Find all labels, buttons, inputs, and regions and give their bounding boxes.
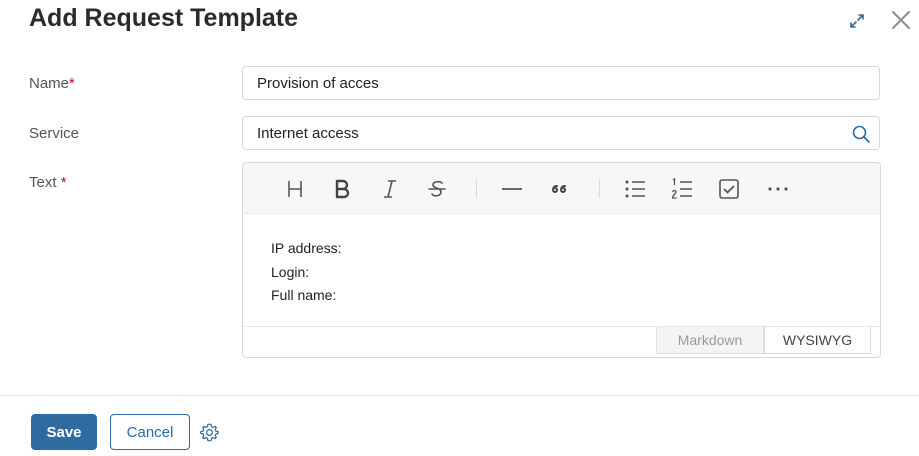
strikethrough-icon[interactable]	[425, 177, 449, 201]
name-input[interactable]	[257, 67, 837, 99]
service-label: Service	[29, 125, 80, 142]
italic-icon[interactable]	[378, 177, 402, 201]
numbered-list-icon[interactable]	[670, 177, 694, 201]
name-label: Name*	[29, 75, 75, 92]
text-editor[interactable]: IP address: Login: Full name: Markdown W…	[242, 162, 881, 358]
heading-icon[interactable]	[283, 177, 307, 201]
save-button[interactable]: Save	[31, 414, 97, 450]
editor-content[interactable]: IP address: Login: Full name:	[271, 237, 342, 308]
required-mark: *	[60, 174, 67, 191]
toolbar-divider	[599, 180, 600, 198]
quote-icon[interactable]	[547, 177, 571, 201]
dialog-title: Add Request Template	[29, 4, 299, 32]
bold-icon[interactable]	[330, 177, 354, 201]
toolbar-divider	[476, 180, 477, 198]
footer-divider	[0, 395, 919, 396]
content-line: IP address:	[271, 240, 342, 256]
name-field[interactable]	[242, 66, 880, 100]
content-line: Login:	[271, 263, 310, 280]
checkbox-icon[interactable]	[717, 177, 741, 201]
editor-toolbar	[243, 163, 880, 214]
expand-icon[interactable]	[846, 10, 868, 32]
gear-icon[interactable]	[199, 422, 220, 443]
more-icon[interactable]	[766, 177, 790, 201]
bullet-list-icon[interactable]	[623, 177, 647, 201]
service-field[interactable]	[242, 116, 880, 150]
search-icon[interactable]	[851, 124, 871, 144]
required-mark: *	[69, 75, 75, 92]
horizontal-rule-icon[interactable]	[500, 177, 524, 201]
editor-mode-tabs: Markdown WYSIWYG	[243, 326, 880, 359]
tab-wysiwyg[interactable]: WYSIWYG	[764, 327, 871, 354]
tab-markdown[interactable]: Markdown	[656, 327, 764, 354]
text-label: Text *	[29, 174, 67, 191]
content-line: Full name:	[271, 287, 337, 303]
cancel-button[interactable]: Cancel	[110, 414, 190, 450]
service-input[interactable]	[257, 117, 837, 149]
close-icon[interactable]	[889, 8, 913, 32]
